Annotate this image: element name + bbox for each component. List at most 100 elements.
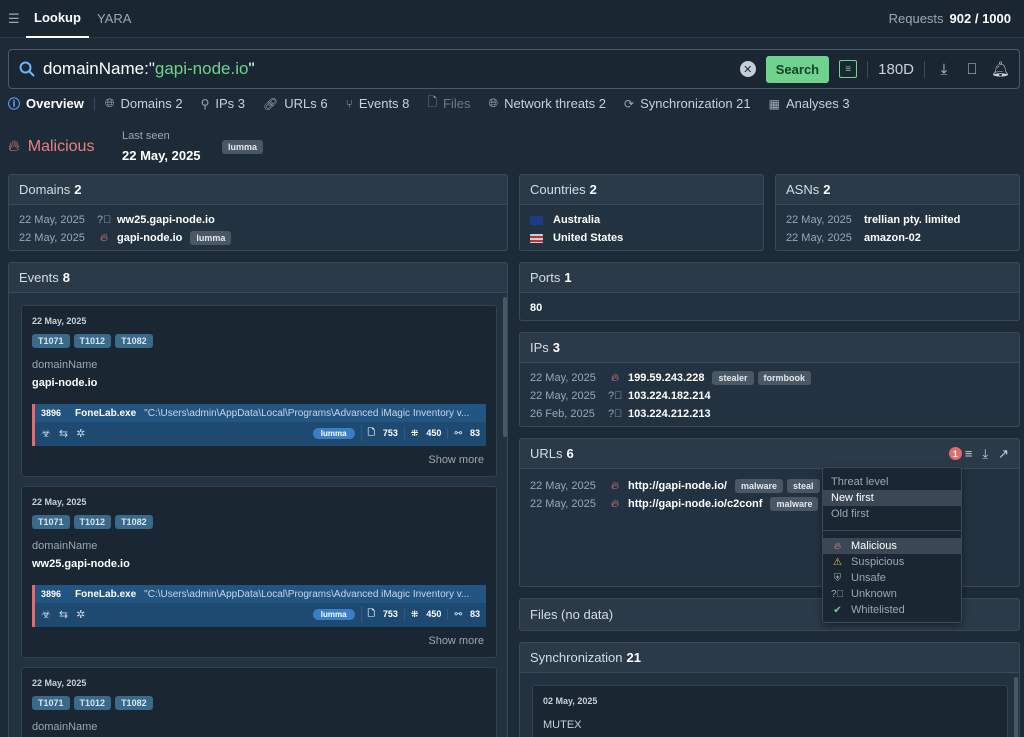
process-row[interactable]: 3896 FoneLab.exe "C:\Users\admin\AppData\L… [32,585,486,627]
family-tag[interactable]: lumma [312,608,355,620]
bug-icon: ✲ [76,608,86,621]
list-item[interactable]: 22 May, 2025 ?⃝ ww25.gapi-node.io [9,211,507,229]
download-icon[interactable]: ⤓ [982,446,988,462]
search-query-value: gapi-node.io [154,59,249,78]
tab-overview[interactable]: ⓘ Overview [8,95,84,112]
search-input[interactable]: domainName:"gapi-node.io" [43,59,255,79]
sort-new-first[interactable]: New first [823,490,961,506]
synchronization-title: Synchronization [530,650,623,665]
file-icon: 🗋︎ [367,608,375,618]
tab-ips[interactable]: ⚲ IPs 3 [201,96,245,111]
row-value[interactable]: 103.224.182.214 [628,390,711,402]
bookmark-icon[interactable]: ⎕ [963,61,981,78]
mitre-tag[interactable]: T1082 [115,334,153,348]
synchronization-header[interactable]: Synchronization 21 [520,643,1019,673]
mitre-tag[interactable]: T1012 [73,696,112,710]
globe-icon: 🌐︎ [488,96,499,110]
filter-label: Whitelisted [851,604,905,616]
row-value[interactable]: 199.59.243.228 [628,372,704,384]
event-key: domainName [32,359,98,371]
filter-unsafe[interactable]: ⛨ Unsafe [823,570,961,586]
requests-counter: Requests 902 / 1000 [889,11,1016,26]
row-value[interactable]: http://gapi-node.io/ [628,480,727,492]
list-item[interactable]: 22 May, 2025 🔥︎ 199.59.243.228 stealer formb… [520,369,1019,387]
tab-analyses[interactable]: ▦ Analyses 3 [769,96,850,111]
process-cmd: "C:\Users\admin\AppData\Local\Programs\A… [144,588,470,600]
row-value[interactable]: gapi-node.io [117,232,182,244]
tab-synchronization[interactable]: ⟳ Synchronization 21 [624,96,751,111]
tab-lookup[interactable]: Lookup [26,0,89,38]
filter-suspicious[interactable]: ⚠ Suspicious [823,554,961,570]
list-item[interactable]: 22 May, 2025 ?⃝ 103.224.182.214 [520,387,1019,405]
row-value[interactable]: http://gapi-node.io/c2conf [628,498,762,510]
row-value[interactable]: ww25.gapi-node.io [117,214,215,226]
shield-x-icon: ⛨ [833,572,842,584]
events-title: Events [19,270,59,285]
ips-header[interactable]: IPs 3 [520,333,1019,363]
registry-icon: ⁜ [410,427,419,438]
mitre-tag[interactable]: T1071 [32,696,70,710]
urls-header[interactable]: URLs 6 1 ≡ ⤓ ↗ [520,439,1019,469]
mitre-tag[interactable]: T1082 [115,696,153,710]
clear-icon[interactable]: ✕ [739,61,756,77]
tab-events[interactable]: ⑂ Events 8 [346,96,410,111]
fire-icon: 🔥︎ [610,479,620,492]
check-circle-icon: ✔ [833,604,842,616]
mitre-tag[interactable]: T1071 [32,515,70,529]
filter-button[interactable]: 1 ≡ [948,446,973,461]
row-tag[interactable]: steal [787,479,820,493]
list-item[interactable]: 22 May, 2025 amazon-02 [776,229,1019,247]
event-tags: T1071 T1012 T1082 [32,696,153,710]
row-date: 22 May, 2025 [530,498,596,510]
tab-network-threats[interactable]: 🌐︎ Network threats 2 [489,96,606,111]
stat-files: 🗋︎ 753 [360,606,404,622]
mitre-tag[interactable]: T1071 [32,334,70,348]
list-item[interactable]: 22 May, 2025 🔥︎ gapi-node.io lumma [9,229,507,247]
scrollbar[interactable] [1014,677,1018,737]
bell-icon[interactable]: 🔔︎ [991,60,1010,78]
process-row[interactable]: 3896 FoneLab.exe "C:\Users\admin\AppData\L… [32,404,486,446]
tab-urls[interactable]: 🔗︎ URLs 6 [263,96,328,111]
scrollbar[interactable] [503,297,507,437]
list-item[interactable]: 80 [520,299,1019,317]
search-button[interactable]: Search [765,55,830,83]
list-item[interactable]: 22 May, 2025 trellian pty. limited [776,211,1019,229]
search-bar[interactable]: domainName:"gapi-node.io" ✕ Search ≡ 180… [8,49,1020,89]
events-header[interactable]: Events 8 [9,263,507,293]
filter-icon: ≡ [964,446,973,461]
domains-header[interactable]: Domains 2 [9,175,507,205]
row-value[interactable]: 103.224.212.213 [628,408,711,420]
show-more-button[interactable]: Show more [428,454,484,466]
unknown-icon: ?⃝ [608,390,623,402]
row-tag[interactable]: formbook [757,371,811,385]
row-tag[interactable]: malware [734,479,784,493]
query-editor-icon[interactable]: ≡ [839,60,858,78]
family-tag[interactable]: lumma [312,427,355,439]
tab-domains[interactable]: 🌐︎ Domains 2 [105,96,183,111]
sort-old-first[interactable]: Old first [823,506,961,522]
mitre-tag[interactable]: T1082 [115,515,153,529]
filter-unknown[interactable]: ?⃝ Unknown [823,586,961,602]
list-item[interactable]: United States [520,229,763,247]
row-tag[interactable]: stealer [712,371,754,385]
download-icon[interactable]: ⤓ [935,61,953,78]
tab-yara[interactable]: YARA [89,0,139,38]
tab-files[interactable]: 🗋︎ Files [427,93,470,114]
asns-header[interactable]: ASNs 2 [776,175,1019,205]
countries-header[interactable]: Countries 2 [520,175,763,205]
filter-whitelisted[interactable]: ✔ Whitelisted [823,602,961,618]
show-more-button[interactable]: Show more [428,635,484,647]
verdict-tag[interactable]: lumma [222,140,264,154]
open-external-icon[interactable]: ↗ [998,446,1009,462]
menu-icon[interactable]: ☰ [8,11,26,27]
mitre-tag[interactable]: T1012 [73,334,112,348]
row-tag[interactable]: malware [770,497,819,511]
period-selector[interactable]: 180D [867,60,925,78]
mitre-tag[interactable]: T1012 [73,515,112,529]
row-tag[interactable]: lumma [190,231,232,245]
list-item[interactable]: 26 Feb, 2025 ?⃝ 103.224.212.213 [520,405,1019,423]
list-item[interactable]: Australia [520,211,763,229]
row-value: Australia [553,214,601,226]
ports-header[interactable]: Ports 1 [520,263,1019,293]
filter-malicious[interactable]: 🔥︎ Malicious [823,538,961,554]
